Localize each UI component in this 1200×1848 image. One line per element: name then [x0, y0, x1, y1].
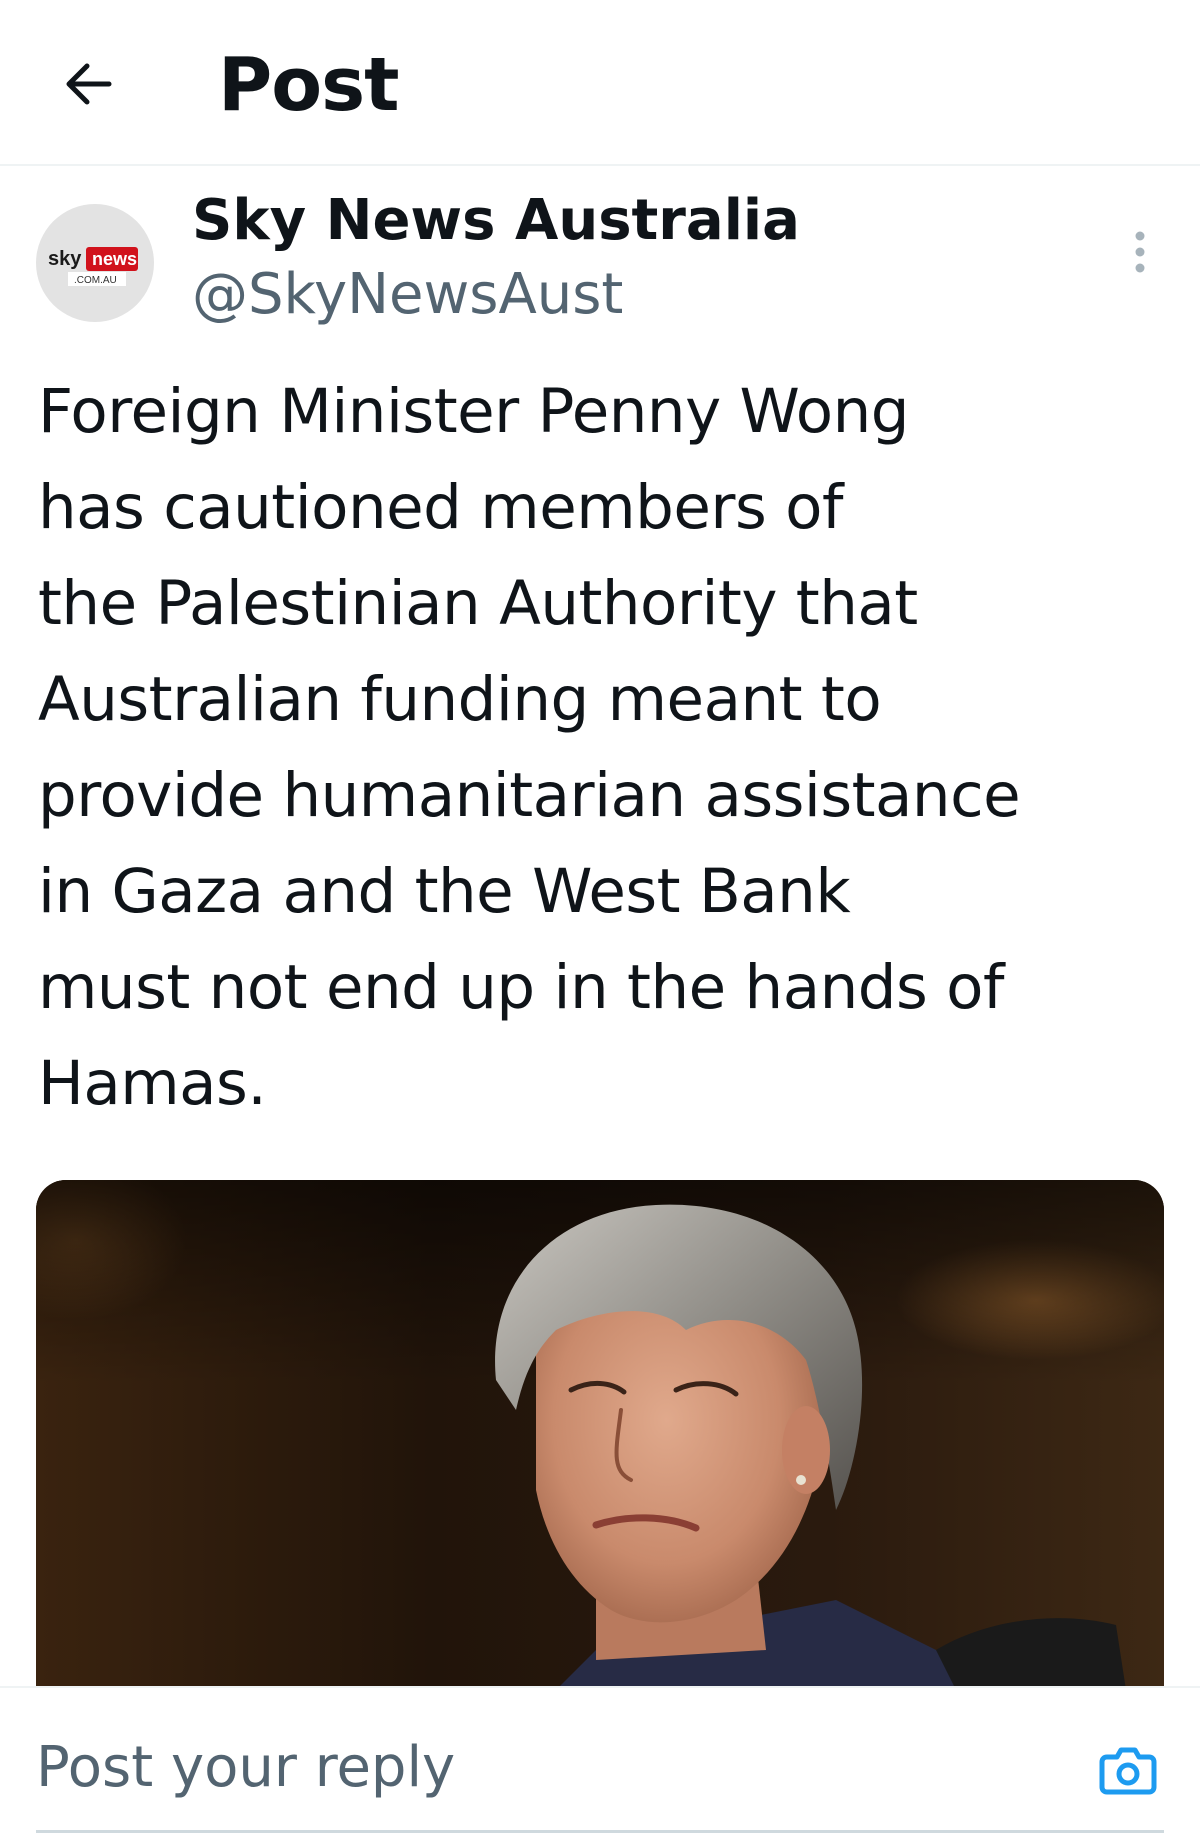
logo-sky-text: sky — [48, 248, 82, 270]
logo-domain-text: .COM.AU — [74, 275, 117, 286]
reply-input[interactable] — [36, 1722, 1076, 1812]
arrow-left-icon — [66, 63, 112, 105]
page-title: Post — [218, 42, 399, 128]
more-options-button[interactable] — [1116, 224, 1164, 280]
author-handle[interactable]: @SkyNewsAust — [192, 260, 623, 330]
add-photo-button[interactable] — [1096, 1738, 1160, 1802]
post-media-photo[interactable] — [36, 1180, 1164, 1690]
back-button[interactable] — [52, 48, 124, 120]
camera-icon — [1099, 1747, 1157, 1795]
top-bar: Post — [0, 0, 1200, 166]
more-vertical-icon — [1135, 231, 1145, 273]
portrait-photo — [36, 1180, 1164, 1690]
author-name[interactable]: Sky News Australia — [192, 186, 800, 256]
post-text: Foreign Minister Penny Wong has cautione… — [38, 376, 1021, 1119]
logo-news-text: news — [92, 249, 137, 269]
sky-news-logo: sky news .COM.AU — [48, 247, 138, 286]
reply-divider — [36, 1830, 1164, 1833]
author-avatar[interactable]: sky news .COM.AU — [36, 204, 154, 322]
